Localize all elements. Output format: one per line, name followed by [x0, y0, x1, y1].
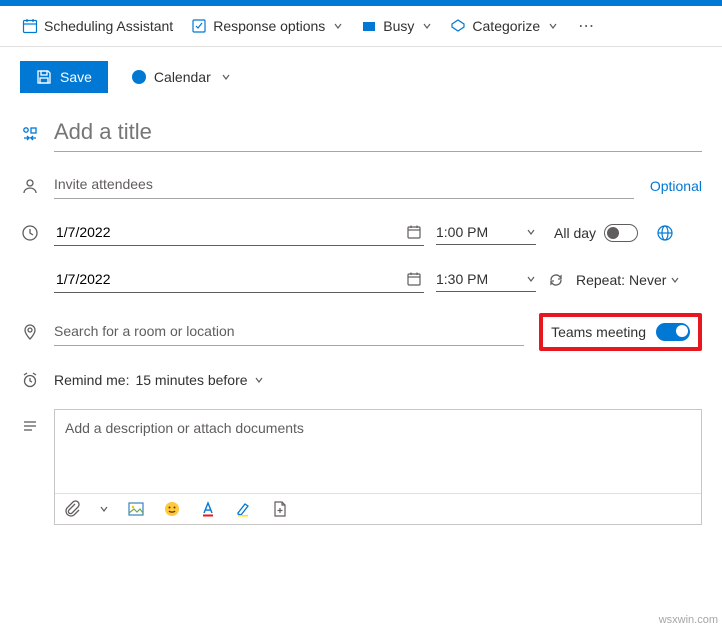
- all-day-label: All day: [554, 225, 596, 241]
- tag-icon: [450, 18, 466, 34]
- command-bar: Scheduling Assistant Response options Bu…: [0, 6, 722, 47]
- timezone-button[interactable]: [656, 224, 674, 242]
- response-options-button[interactable]: Response options: [191, 18, 343, 34]
- chevron-down-icon: [422, 21, 432, 31]
- person-icon: [21, 177, 39, 195]
- description-toolbar: [55, 493, 701, 524]
- attach-button[interactable]: [63, 500, 81, 518]
- repeat-label: Repeat:: [576, 272, 625, 288]
- description-icon: [21, 417, 39, 435]
- repeat-selector[interactable]: Repeat: Never: [576, 272, 680, 288]
- description-input[interactable]: [55, 410, 701, 490]
- reminder-icon: [21, 371, 39, 389]
- swap-icon[interactable]: [21, 125, 39, 143]
- watermark: wsxwin.com: [659, 614, 718, 626]
- optional-attendees-link[interactable]: Optional: [650, 178, 702, 194]
- calendar-label: Calendar: [154, 69, 211, 85]
- calendar-icon[interactable]: [406, 271, 422, 287]
- start-time-value: 1:00 PM: [436, 224, 488, 240]
- chevron-down-icon: [221, 72, 231, 82]
- chevron-down-icon: [670, 275, 680, 285]
- attendees-input[interactable]: [54, 172, 634, 199]
- chevron-down-icon: [526, 227, 536, 237]
- reminder-value: 15 minutes before: [135, 372, 247, 388]
- emoji-button[interactable]: [163, 500, 181, 518]
- font-color-button[interactable]: [199, 500, 217, 518]
- busy-status-button[interactable]: Busy: [361, 18, 432, 34]
- chevron-down-icon: [526, 274, 536, 284]
- all-day-toggle[interactable]: [604, 224, 638, 242]
- clock-icon: [21, 224, 39, 242]
- calendar-selector[interactable]: Calendar: [132, 69, 231, 85]
- chevron-down-icon: [548, 21, 558, 31]
- chevron-down-icon: [333, 21, 343, 31]
- more-actions-button[interactable]: ⋯: [576, 16, 597, 36]
- scheduling-assistant-button[interactable]: Scheduling Assistant: [22, 18, 173, 34]
- start-time-field[interactable]: 1:00 PM: [436, 220, 536, 245]
- busy-label: Busy: [383, 18, 414, 34]
- reminder-prefix: Remind me:: [54, 372, 129, 388]
- response-icon: [191, 18, 207, 34]
- save-label: Save: [60, 69, 92, 85]
- start-date-input[interactable]: [54, 223, 424, 241]
- location-icon: [21, 323, 39, 341]
- location-input[interactable]: [54, 319, 524, 346]
- calendar-color-dot: [132, 70, 146, 84]
- reminder-selector[interactable]: Remind me: 15 minutes before: [54, 372, 264, 388]
- response-options-label: Response options: [213, 18, 325, 34]
- categorize-label: Categorize: [472, 18, 540, 34]
- title-input[interactable]: [54, 115, 702, 152]
- description-box: [54, 409, 702, 525]
- end-time-field[interactable]: 1:30 PM: [436, 267, 536, 292]
- save-button[interactable]: Save: [20, 61, 108, 93]
- categorize-button[interactable]: Categorize: [450, 18, 558, 34]
- end-date-field[interactable]: [54, 266, 424, 293]
- recurrence-icon[interactable]: [548, 272, 564, 288]
- teams-meeting-toggle[interactable]: [656, 323, 690, 341]
- end-time-value: 1:30 PM: [436, 271, 488, 287]
- scheduling-icon: [22, 18, 38, 34]
- calendar-icon[interactable]: [406, 224, 422, 240]
- save-icon: [36, 69, 52, 85]
- highlight-button[interactable]: [235, 500, 253, 518]
- insert-image-button[interactable]: [127, 500, 145, 518]
- teams-meeting-label: Teams meeting: [551, 324, 646, 340]
- insert-file-button[interactable]: [271, 500, 289, 518]
- repeat-value: Never: [629, 272, 666, 288]
- busy-icon: [361, 18, 377, 34]
- attach-chevron[interactable]: [99, 504, 109, 514]
- start-date-field[interactable]: [54, 219, 424, 246]
- end-date-input[interactable]: [54, 270, 424, 288]
- scheduling-assistant-label: Scheduling Assistant: [44, 18, 173, 34]
- chevron-down-icon: [254, 375, 264, 385]
- teams-meeting-highlight: Teams meeting: [539, 313, 702, 351]
